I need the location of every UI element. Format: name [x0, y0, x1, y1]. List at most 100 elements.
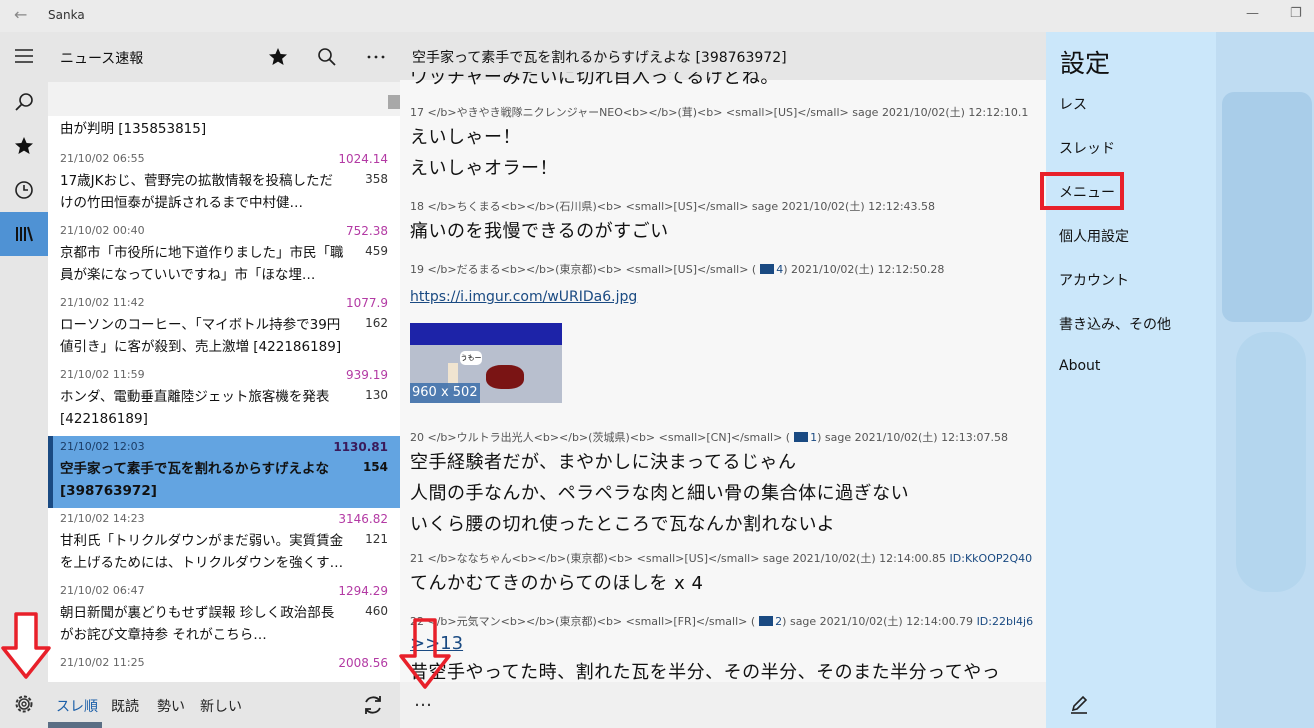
list-toolbar [48, 82, 400, 116]
thread-title: ホンダ、電動垂直離陸ジェット旅客機を発表 [422186189] [60, 389, 330, 427]
settings-item-res[interactable]: レス [1059, 94, 1087, 114]
thread-res-count: 459 [365, 244, 388, 258]
reply-bubble-icon[interactable] [759, 616, 774, 626]
minimize-icon[interactable]: — [1246, 6, 1259, 21]
selection-indicator [48, 436, 53, 508]
more-options-icon[interactable] [361, 42, 391, 72]
post: 20 </b>ウルトラ出光人<b></b>(茨城県)<b> <small>[CN… [410, 429, 1046, 540]
post-meta: 18 </b>ちくまる<b></b>(石川県)<b> <small>[US]</… [410, 200, 936, 213]
thread-title: 空手家って素手で瓦を割れるからすげえよな [398763972] [60, 461, 330, 499]
thread-view-footer: … [400, 682, 1046, 728]
active-sort-indicator [48, 722, 102, 728]
thread-res-count: 130 [365, 388, 388, 402]
thread-res-count: 460 [365, 604, 388, 618]
favorite-star-icon[interactable] [263, 42, 293, 72]
settings-flyout: 設定 レス スレッド メニュー 個人用設定 アカウント 書き込み、その他 Abo… [1046, 32, 1216, 728]
thread-title: 甘利氏「トリクルダウンがまだ弱い。実質賃金を上げるためには、トリクルダウンを強く… [60, 533, 344, 571]
annotation-down-arrow-icon [1, 612, 51, 679]
search-icon[interactable] [312, 42, 342, 72]
image-thumbnail[interactable]: うもー 960 x 502 [410, 323, 562, 403]
post: 17 </b>やきやき戦隊ニクレンジャーNEO<b></b>(茸)<b> <sm… [410, 104, 1046, 184]
post-meta: 17 </b>やきやき戦隊ニクレンジャーNEO<b></b>(茸)<b> <sm… [410, 106, 1029, 119]
post-text: てんかむてきのからてのほしを x 4 [410, 573, 704, 594]
thread-momentum: 1077.9 [346, 296, 388, 310]
settings-item-account[interactable]: アカウント [1059, 270, 1129, 290]
image-link[interactable]: https://i.imgur.com/wURIDa6.jpg [410, 285, 1046, 309]
scrollbar-thumb[interactable] [388, 95, 400, 109]
window-title: Sanka [48, 8, 85, 22]
back-arrow-icon[interactable]: ← [14, 5, 27, 24]
thread-momentum: 1024.14 [338, 152, 388, 166]
background-image-region [1236, 332, 1306, 592]
post: 18 </b>ちくまる<b></b>(石川県)<b> <small>[US]</… [410, 198, 1046, 247]
thread-list-header: ニュース速報 [48, 32, 400, 82]
refresh-icon[interactable] [360, 692, 386, 718]
thread-title: 17歳JKおじ、菅野完の拡散情報を投稿しただけの竹田恒泰が提訴されるまで中村健… [60, 173, 334, 211]
post: 19 </b>だるまる<b></b>(東京都)<b> <small>[US]</… [410, 261, 1046, 403]
thread-momentum: 752.38 [346, 224, 388, 238]
thread-row[interactable]: 21/10/02 06:47 1294.29 460 朝日新聞が裏どりもせず誤報… [48, 580, 400, 652]
post-meta-prefix: 20 </b>ウルトラ出光人<b></b>(茨城県)<b> <small>[CN… [410, 431, 791, 444]
post-body-partial: ワッチャーみたいに切れ目入ってるけどね。 [410, 72, 1046, 92]
thread-momentum: 2008.56 [338, 656, 388, 670]
thread-row[interactable]: 由が判明 [135853815] [48, 116, 400, 148]
post-meta-suffix: ) sage 2021/10/02(土) 12:13:07.58 [817, 431, 1008, 444]
feedback-edit-icon[interactable] [1068, 694, 1090, 716]
thread-res-count: 162 [365, 316, 388, 330]
post: 21 </b>ななちゃん<b></b>(東京都)<b> <small>[US]<… [410, 550, 1046, 599]
reply-bubble-icon[interactable] [794, 432, 809, 442]
sort-bar: スレ順 既読 勢い 新しい [48, 682, 400, 728]
thread-row[interactable]: 21/10/02 00:40 752.38 459 京都市「市役所に地下道作りま… [48, 220, 400, 292]
thread-date: 21/10/02 06:55 [60, 152, 145, 165]
thread-date: 21/10/02 11:42 [60, 296, 145, 309]
thread-row[interactable]: 21/10/02 06:55 1024.14 358 17歳JKおじ、菅野完の拡… [48, 148, 400, 220]
post-meta-prefix: 19 </b>だるまる<b></b>(東京都)<b> <small>[US]</… [410, 263, 757, 276]
thread-date: 21/10/02 11:59 [60, 368, 145, 381]
thread-momentum: 939.19 [346, 368, 388, 382]
post-meta-prefix: 22 </b>元気マン<b></b>(東京都)<b> <small>[FR]</… [410, 615, 756, 628]
thread-momentum: 1130.81 [333, 440, 388, 454]
thumbnail-speech-bubble: うもー [460, 351, 482, 365]
thread-row[interactable]: 21/10/02 11:25 2008.56 [48, 652, 400, 682]
thread-title: 京都市「市役所に地下道作りました」市民「職員が楽になっていいですね」市「ほな埋… [60, 245, 344, 283]
settings-gear-icon[interactable] [12, 692, 36, 716]
post-text: ワッチャーみたいに切れ目入ってるけどね。 [410, 72, 779, 88]
post-meta-text: 21 </b>ななちゃん<b></b>(東京都)<b> <small>[US]<… [410, 552, 947, 565]
thread-row[interactable]: 21/10/02 11:42 1077.9 162 ローソンのコーヒー、「マイボ… [48, 292, 400, 364]
thread-title: 由が判明 [135853815] [60, 121, 207, 137]
search-icon[interactable] [0, 80, 48, 124]
post-list: ワッチャーみたいに切れ目入ってるけどね。 17 </b>やきやき戦隊ニクレンジャ… [410, 72, 1046, 688]
background-image-region [1222, 92, 1312, 322]
restore-icon[interactable]: ❐ [1290, 6, 1302, 21]
post-text: いくら腰の切れ使ったところで瓦なんか割れないよ [410, 514, 836, 535]
reply-anchor-link[interactable]: >>13 [410, 631, 1046, 657]
sort-thread-order[interactable]: スレ順 [56, 696, 98, 716]
poster-id[interactable]: ID:22bl4j6 [977, 615, 1034, 628]
settings-item-posting[interactable]: 書き込み、その他 [1059, 314, 1171, 334]
thumbnail-sky [410, 323, 562, 345]
poster-id[interactable]: ID:KkOOP2Q40 [950, 552, 1033, 565]
more-options-icon[interactable]: … [414, 690, 432, 711]
post-meta: 20 </b>ウルトラ出光人<b></b>(茨城県)<b> <small>[CN… [410, 429, 1046, 447]
thread-date: 21/10/02 06:47 [60, 584, 145, 597]
history-icon[interactable] [0, 168, 48, 212]
thread-row[interactable]: 21/10/02 11:59 939.19 130 ホンダ、電動垂直離陸ジェット… [48, 364, 400, 436]
settings-item-personal[interactable]: 個人用設定 [1059, 226, 1129, 246]
sort-newest[interactable]: 新しい [200, 696, 242, 716]
sort-momentum[interactable]: 勢い [157, 696, 185, 716]
thread-row[interactable]: 21/10/02 14:23 3146.82 121 甘利氏「トリクルダウンがま… [48, 508, 400, 580]
post-text: 空手経験者だが、まやかしに決まってるじゃん [410, 452, 797, 473]
reply-bubble-icon[interactable] [760, 264, 775, 274]
library-icon[interactable] [0, 212, 48, 256]
thread-row-selected[interactable]: 21/10/02 12:03 1130.81 154 空手家って素手で瓦を割れる… [48, 436, 400, 508]
sort-read[interactable]: 既読 [111, 696, 139, 716]
thread-list-pane: ニュース速報 由が判明 [135853815] 21/10/02 06:55 1… [48, 32, 400, 682]
star-icon[interactable] [0, 124, 48, 168]
settings-item-about[interactable]: About [1059, 358, 1100, 374]
thread-res-count: 154 [362, 460, 388, 474]
hamburger-icon[interactable] [0, 34, 48, 78]
post-text: 痛いのを我慢できるのがすごい [410, 221, 669, 242]
settings-item-thread[interactable]: スレッド [1059, 138, 1115, 158]
post-meta: 22 </b>元気マン<b></b>(東京都)<b> <small>[FR]</… [410, 613, 1046, 631]
post-text: 人間の手なんか、ペラペラな肉と細い骨の集合体に過ぎない [410, 483, 910, 504]
